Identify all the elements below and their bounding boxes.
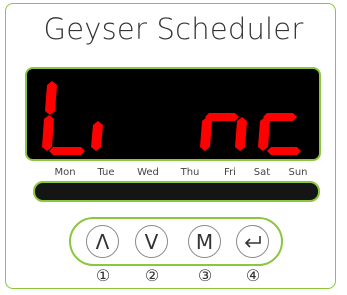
day-label-tue: Tue bbox=[97, 167, 115, 178]
segment-digit-2 bbox=[91, 121, 103, 151]
mode-icon: M bbox=[195, 229, 214, 254]
day-label-wed: Wed bbox=[137, 167, 159, 178]
app-title: Geyser Scheduler bbox=[43, 12, 304, 46]
day-indicator-bar bbox=[33, 181, 320, 202]
enter-icon bbox=[244, 235, 261, 248]
day-label-thu: Thu bbox=[180, 167, 200, 178]
down-chevron-icon: V bbox=[144, 229, 159, 254]
segment-digit-5 bbox=[258, 113, 301, 155]
segment-digit-4 bbox=[200, 113, 247, 151]
button-number-4: ④ bbox=[245, 266, 261, 285]
button-number-3: ③ bbox=[197, 266, 213, 285]
button-number-2: ② bbox=[144, 266, 160, 285]
seven-segment-display bbox=[25, 67, 321, 161]
enter-button[interactable] bbox=[236, 225, 269, 258]
up-button[interactable]: Λ bbox=[86, 225, 119, 258]
day-label-sun: Sun bbox=[288, 167, 308, 178]
down-button[interactable]: V bbox=[135, 225, 168, 258]
day-label-fri: Fri bbox=[224, 167, 236, 178]
segment-digits bbox=[42, 81, 301, 155]
weekday-labels: Mon Tue Wed Thu Fri Sat Sun bbox=[0, 167, 347, 181]
up-chevron-icon: Λ bbox=[95, 229, 110, 254]
segment-digit-1 bbox=[42, 81, 85, 155]
day-label-sat: Sat bbox=[253, 167, 271, 178]
mode-button[interactable]: M bbox=[188, 225, 221, 258]
day-label-mon: Mon bbox=[54, 167, 76, 178]
button-number-1: ① bbox=[95, 266, 111, 285]
